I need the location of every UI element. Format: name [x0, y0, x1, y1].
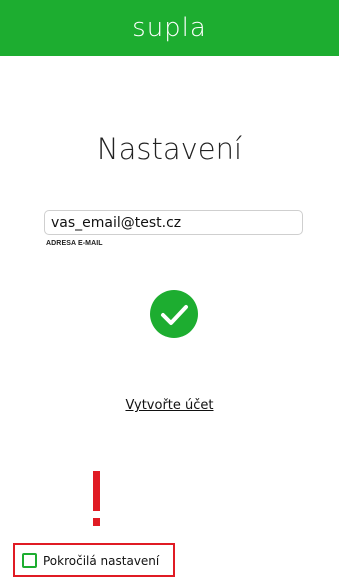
advanced-settings-label: Pokročilá nastavení: [43, 553, 160, 568]
app-header: supla: [0, 0, 339, 56]
create-account-link[interactable]: Vytvořte účet: [0, 398, 339, 413]
exclamation-mark-icon: [93, 471, 100, 531]
email-field[interactable]: [44, 210, 303, 235]
advanced-settings-checkbox[interactable]: [22, 553, 37, 568]
app-title: supla: [132, 13, 207, 43]
check-circle-icon: [150, 290, 198, 338]
email-field-label: ADRESA E-MAIL: [46, 240, 103, 247]
page-title: Nastavení: [96, 132, 243, 166]
advanced-settings-toggle[interactable]: Pokročilá nastavení: [22, 553, 159, 568]
